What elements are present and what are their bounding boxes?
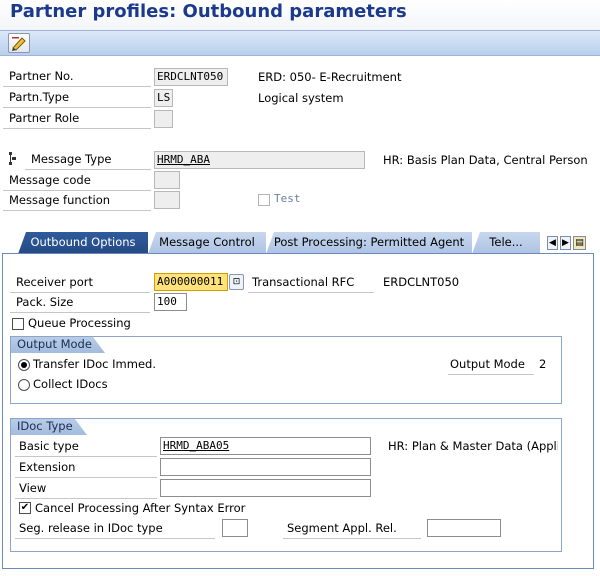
extension-field[interactable] <box>160 458 371 476</box>
transfer-immed-label: Transfer IDoc Immed. <box>33 357 156 371</box>
receiver-port-type: Transactional RFC <box>248 273 374 293</box>
message-code-field[interactable] <box>154 171 180 189</box>
tab-scroll-left-icon[interactable]: ◀ <box>547 236 558 250</box>
partn-type-field[interactable]: LS <box>154 89 173 107</box>
cancel-processing-checkbox[interactable]: ✔ <box>19 502 31 514</box>
partner-no-field[interactable]: ERDCLNT050 <box>154 68 228 86</box>
seg-release-field[interactable] <box>222 519 248 537</box>
display-change-icon <box>12 37 26 51</box>
message-function-field[interactable] <box>154 191 180 209</box>
basic-type-desc: HR: Plan & Master Data (Applic <box>388 439 558 453</box>
message-type-desc: HR: Basis Plan Data, Central Person <box>383 153 588 167</box>
segment-appl-rel-field[interactable] <box>427 519 501 537</box>
tab-telephony[interactable]: Tele... <box>472 232 540 254</box>
queue-processing-checkbox[interactable] <box>12 318 24 330</box>
tab-post-processing[interactable]: Post Processing: Permitted Agent <box>266 232 472 254</box>
output-mode-value: 2 <box>539 357 547 371</box>
segment-appl-rel-label: Segment Appl. Rel. <box>283 519 421 539</box>
test-label: Test <box>274 192 301 205</box>
transfer-immed-radio[interactable] <box>18 359 30 371</box>
partner-no-label: Partner No. <box>3 67 151 87</box>
message-type-label: Message Type <box>25 150 151 170</box>
collect-idocs-radio[interactable] <box>18 379 30 391</box>
display-change-button[interactable] <box>8 33 30 53</box>
pack-size-field[interactable]: 100 <box>154 293 187 311</box>
seg-release-label: Seg. release in IDoc type <box>15 519 215 539</box>
cancel-processing-label: Cancel Processing After Syntax Error <box>35 501 246 515</box>
page-title: Partner profiles: Outbound parameters <box>0 0 600 30</box>
output-mode-label: Output Mode <box>448 355 534 375</box>
message-type-field[interactable]: HRMD_ABA <box>154 151 365 169</box>
receiver-port-field[interactable]: A000000011 <box>154 273 228 291</box>
view-label: View <box>15 479 157 499</box>
message-code-label: Message code <box>3 171 151 191</box>
view-field[interactable] <box>160 479 371 497</box>
tab-scroll-right-icon[interactable]: ▶ <box>560 236 571 250</box>
message-type-icon <box>8 152 18 166</box>
value-help-icon[interactable]: ⊡ <box>229 274 244 290</box>
partner-role-field[interactable] <box>154 110 173 128</box>
idoc-type-title: IDoc Type <box>11 419 87 435</box>
tab-list-icon[interactable]: ▤ <box>573 236 586 250</box>
basic-type-field[interactable]: HRMD_ABA05 <box>160 437 371 455</box>
partn-type-desc: Logical system <box>258 91 344 105</box>
output-mode-title: Output Mode <box>11 337 105 353</box>
tab-message-control[interactable]: Message Control <box>148 232 266 254</box>
test-checkbox[interactable] <box>258 194 270 206</box>
collect-idocs-label: Collect IDocs <box>33 377 108 391</box>
partn-type-label: Partn.Type <box>3 88 151 108</box>
pack-size-label: Pack. Size <box>10 293 150 313</box>
application-toolbar <box>0 30 600 56</box>
partner-no-desc: ERD: 050- E-Recruitment <box>258 70 402 84</box>
partner-role-label: Partner Role <box>3 109 151 129</box>
receiver-port-label: Receiver port <box>10 273 150 293</box>
receiver-port-desc: ERDCLNT050 <box>383 275 460 289</box>
basic-type-label: Basic type <box>15 437 157 457</box>
tab-outbound-options[interactable]: Outbound Options <box>18 232 148 254</box>
queue-processing-label: Queue Processing <box>28 316 131 330</box>
extension-label: Extension <box>15 458 157 478</box>
message-function-label: Message function <box>3 191 151 211</box>
